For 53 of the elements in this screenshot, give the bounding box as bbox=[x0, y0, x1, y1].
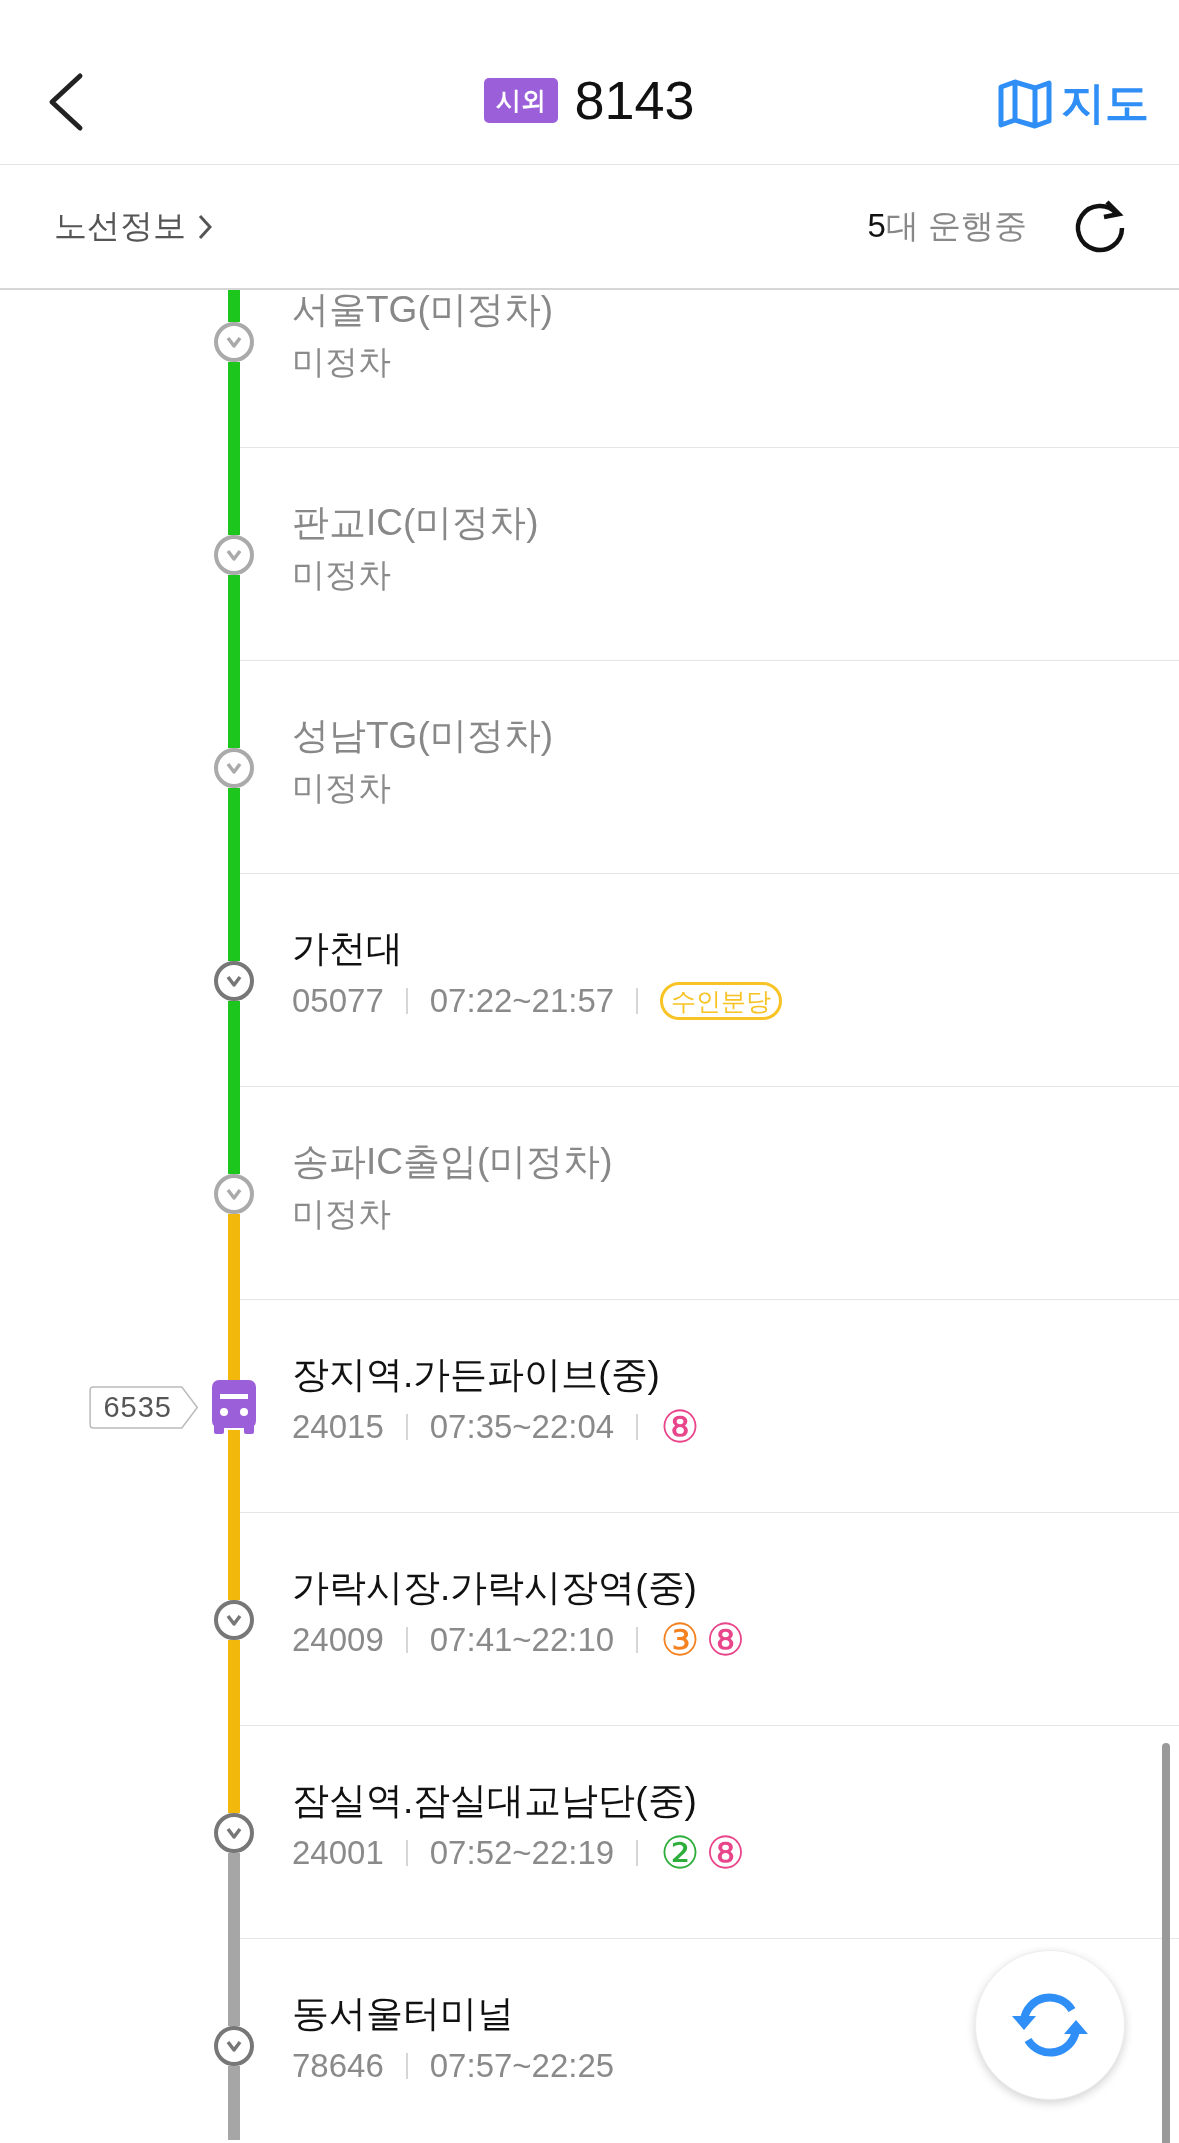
subway-line-number: ② bbox=[660, 1832, 700, 1873]
route-number: 8143 bbox=[574, 69, 695, 131]
subway-line-number: ⑧ bbox=[705, 1832, 746, 1873]
stop-node[interactable] bbox=[214, 1599, 254, 1640]
chevron-down-icon bbox=[226, 2039, 242, 2052]
running-count: 5대 운행중 bbox=[867, 206, 1027, 246]
stop-id: 05077 bbox=[292, 980, 384, 1021]
map-icon bbox=[997, 78, 1053, 129]
stop-name[interactable]: 판교IC(미정차) bbox=[292, 498, 1179, 547]
stop-id: 24001 bbox=[292, 1832, 384, 1873]
stop-note: 미정차 bbox=[292, 1193, 391, 1234]
chevron-right-icon bbox=[198, 213, 212, 240]
stop-id: 78646 bbox=[292, 2045, 384, 2086]
chevron-down-icon bbox=[226, 1613, 242, 1626]
route-info-link[interactable]: 노선정보 bbox=[54, 204, 212, 249]
service-hours: 07:52~22:19 bbox=[429, 1832, 615, 1873]
bus-number-label: 6535 bbox=[89, 1386, 200, 1429]
service-hours: 07:41~22:10 bbox=[429, 1619, 615, 1660]
stop-note: 미정차 bbox=[292, 341, 391, 382]
stop-id: 24009 bbox=[292, 1619, 384, 1660]
route-type-badge: 시외 bbox=[484, 77, 559, 123]
stop-note: 미정차 bbox=[292, 554, 391, 595]
chevron-down-icon bbox=[226, 548, 242, 561]
stop-name[interactable]: 가천대 bbox=[292, 924, 1179, 973]
subway-line-badge: 수인분당 bbox=[660, 981, 783, 1020]
chevron-down-icon bbox=[226, 974, 242, 987]
chevron-down-icon bbox=[226, 335, 242, 348]
stop-node[interactable] bbox=[214, 1812, 254, 1853]
service-hours: 07:57~22:25 bbox=[429, 2045, 615, 2086]
stop-name[interactable]: 잠실역.잠실대교남단(중) bbox=[292, 1776, 1179, 1825]
subway-line-number: ⑧ bbox=[660, 1406, 700, 1447]
stop-node[interactable] bbox=[214, 2025, 254, 2066]
stop-name[interactable]: 장지역.가든파이브(중) bbox=[292, 1350, 1179, 1399]
subway-line-number: ⑧ bbox=[705, 1619, 746, 1660]
chevron-down-icon bbox=[226, 761, 242, 774]
stop-id: 24015 bbox=[292, 1406, 384, 1447]
stop-name[interactable]: 가락시장.가락시장역(중) bbox=[292, 1563, 1179, 1612]
service-hours: 07:35~22:04 bbox=[429, 1406, 615, 1447]
stop-name[interactable]: 동서울터미널 bbox=[292, 1989, 1179, 2038]
service-hours: 07:22~21:57 bbox=[429, 980, 615, 1021]
stop-node[interactable] bbox=[214, 960, 254, 1001]
chevron-down-icon bbox=[226, 1826, 242, 1839]
subway-line-number: ③ bbox=[660, 1619, 700, 1660]
stop-name[interactable]: 서울TG(미정차) bbox=[292, 290, 1179, 334]
stop-node[interactable] bbox=[214, 1173, 254, 1214]
stop-name[interactable]: 송파IC출입(미정차) bbox=[292, 1137, 1179, 1186]
stop-node[interactable] bbox=[214, 747, 254, 788]
stop-node[interactable] bbox=[214, 534, 254, 575]
stop-name[interactable]: 성남TG(미정차) bbox=[292, 711, 1179, 760]
stop-note: 미정차 bbox=[292, 767, 391, 808]
stop-node[interactable] bbox=[214, 321, 254, 362]
bus-icon bbox=[212, 1379, 256, 1434]
chevron-down-icon bbox=[226, 1187, 242, 1200]
